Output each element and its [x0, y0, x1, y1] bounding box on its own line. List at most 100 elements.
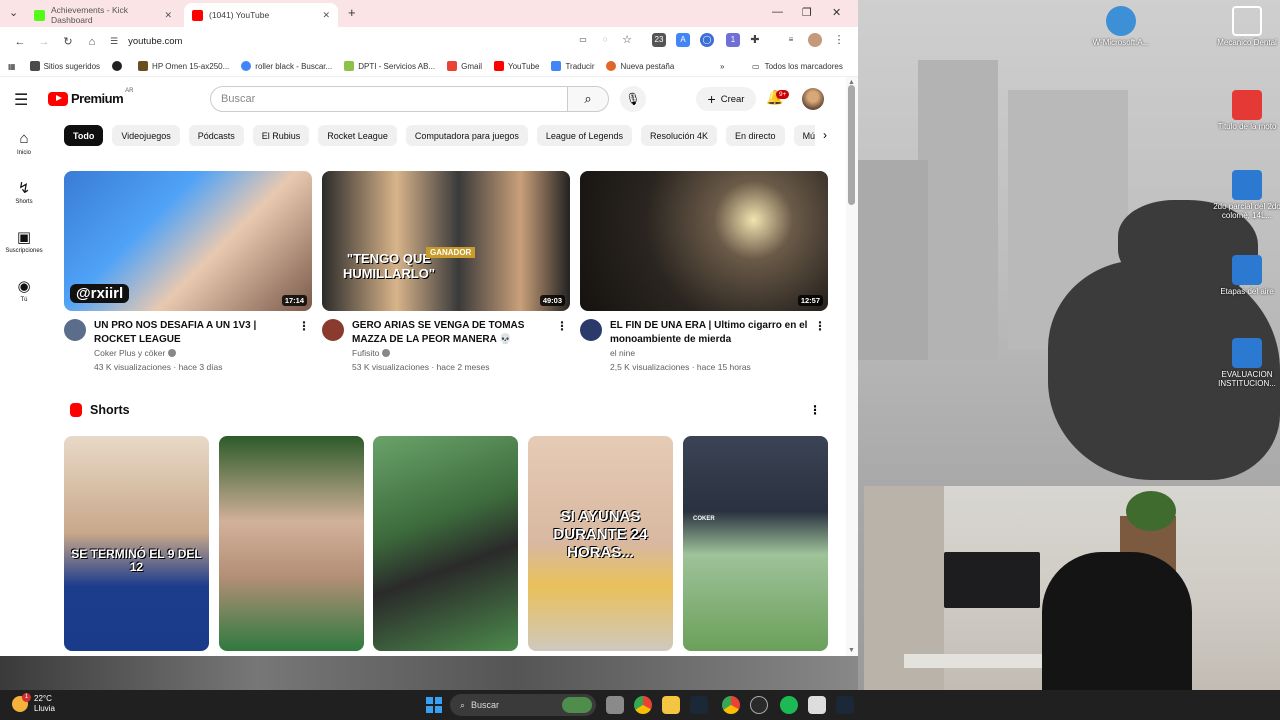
steam-icon[interactable] [690, 696, 708, 714]
chip[interactable]: Rocket League [318, 125, 397, 146]
bookmark-item[interactable]: roller black - Buscar... [241, 61, 332, 71]
new-tab-button[interactable]: + [348, 5, 356, 20]
short-card[interactable]: SE TERMINÓ EL 9 DEL 12 [64, 436, 209, 651]
profile-avatar-icon[interactable] [808, 33, 822, 47]
hamburger-menu-icon[interactable]: ☰ [14, 90, 28, 110]
chrome-active-icon[interactable] [722, 696, 740, 714]
bookmarks-overflow-button[interactable]: » [720, 62, 724, 71]
extension-counter-icon[interactable]: 23 [652, 33, 666, 47]
more-actions-icon[interactable]: ⋮ [556, 319, 568, 333]
youtube-premium-logo[interactable]: Premium AR [48, 88, 133, 106]
eye-off-icon[interactable]: ◌ [598, 33, 612, 47]
video-card[interactable]: "TENGO QUE HUMILLARLO" GANADOR 49:03 GER… [322, 171, 570, 372]
bookmark-star-icon[interactable]: ☆ [620, 33, 634, 47]
bookmark-item[interactable]: DPTI - Servicios AB... [344, 61, 435, 71]
task-view-icon[interactable] [606, 696, 624, 714]
desktop-icon-pdf[interactable]: Titulo de la moto [1212, 90, 1280, 131]
voice-search-button[interactable]: 🎙 [620, 86, 646, 112]
short-card[interactable]: SI AYUNAS DURANTE 24 HORAS... [528, 436, 673, 651]
windows-start-icon[interactable] [426, 697, 442, 713]
translate-extension-icon[interactable]: A [676, 33, 690, 47]
create-button[interactable]: + Crear [696, 87, 756, 111]
steam-icon[interactable] [836, 696, 854, 714]
close-window-icon[interactable]: ✕ [832, 6, 841, 19]
scroll-down-icon[interactable]: ▼ [848, 647, 855, 654]
channel-name[interactable]: Fufisito [352, 348, 552, 358]
channel-avatar[interactable] [580, 319, 602, 341]
tab-search-chevron-icon[interactable]: ⌄ [9, 6, 18, 19]
desktop-icon-doc-1[interactable]: 2do parcial del 2do colomé, 14L... [1212, 170, 1280, 220]
bookmark-item[interactable]: YouTube [494, 61, 539, 71]
video-title[interactable]: EL FIN DE UNA ERA | Ultimo cigarro en el… [610, 319, 810, 347]
chip[interactable]: El Rubius [252, 125, 310, 146]
chip[interactable]: En directo [726, 125, 785, 146]
bookmark-item[interactable]: Traducir [551, 61, 594, 71]
cast-icon[interactable]: ▭ [576, 33, 590, 47]
extensions-puzzle-icon[interactable]: ✚ [748, 33, 762, 47]
guide-item-you[interactable]: ◉ Tú [0, 272, 48, 321]
bookmark-item[interactable]: Nueva pestaña [606, 61, 674, 71]
forward-icon[interactable]: → [32, 36, 56, 48]
chip-todo[interactable]: Todo [64, 125, 104, 146]
channel-name[interactable]: Coker Plus y cöker [94, 348, 294, 358]
chrome-icon[interactable] [634, 696, 652, 714]
extension-icon[interactable]: ◯ [700, 33, 714, 47]
chevron-right-icon[interactable]: › [815, 125, 835, 147]
weather-widget[interactable]: 1 22°C Lluvia [12, 693, 55, 714]
spotify-icon[interactable] [780, 696, 798, 714]
close-tab-icon[interactable]: ✕ [164, 10, 172, 21]
bookmark-item[interactable]: HP Omen 15-ax250... [138, 61, 229, 71]
back-icon[interactable]: ← [8, 36, 32, 48]
more-actions-icon[interactable]: ⋮ [814, 319, 826, 333]
tab-youtube[interactable]: (1041) YouTube ✕ [184, 3, 338, 27]
all-bookmarks-button[interactable]: ▭ Todos los marcadores [752, 62, 843, 71]
scrollbar-thumb[interactable] [848, 85, 855, 205]
tab-kick-dashboard[interactable]: Achievements - Kick Dashboard ✕ [26, 3, 180, 27]
video-thumbnail[interactable]: "TENGO QUE HUMILLARLO" GANADOR 49:03 [322, 171, 570, 311]
video-card[interactable]: 12:57 EL FIN DE UNA ERA | Ultimo cigarro… [580, 171, 828, 372]
bookmark-item[interactable] [112, 61, 126, 71]
file-explorer-icon[interactable] [662, 696, 680, 714]
guide-item-subscriptions[interactable]: ▣ Suscripciones [0, 223, 48, 272]
more-actions-icon[interactable]: ⋮ [809, 403, 821, 417]
desktop-icon-doc-2[interactable]: Etapas del aire [1212, 255, 1280, 296]
guide-item-home[interactable]: ⌂ Inicio [0, 125, 48, 174]
menu-kebab-icon[interactable]: ⋮ [832, 33, 846, 47]
reading-list-icon[interactable]: ≡ [784, 33, 798, 47]
channel-avatar[interactable] [322, 319, 344, 341]
close-tab-icon[interactable]: ✕ [322, 10, 330, 21]
desktop-icon-doc-3[interactable]: EVALUACION INSTITUCION... [1212, 338, 1280, 388]
desktop-icon-mecanico[interactable]: Mecanico Dental [1212, 6, 1280, 47]
extension-icon[interactable]: 1 [726, 33, 740, 47]
maximize-icon[interactable]: ❐ [802, 6, 812, 19]
video-card[interactable]: @rxiirl 17:14 UN PRO NOS DESAFIA A UN 1V… [64, 171, 312, 372]
obs-icon[interactable] [750, 696, 768, 714]
chip[interactable]: Resolución 4K [640, 125, 718, 146]
more-actions-icon[interactable]: ⋮ [298, 319, 310, 333]
search-button[interactable]: ⌕ [567, 86, 609, 112]
bookmark-item[interactable]: Gmail [447, 61, 482, 71]
short-card[interactable] [373, 436, 518, 651]
minimize-icon[interactable]: — [772, 6, 783, 18]
video-title[interactable]: UN PRO NOS DESAFIA A UN 1V3 | ROCKET LEA… [94, 319, 294, 347]
video-thumbnail[interactable]: 12:57 [580, 171, 828, 311]
bookmark-item[interactable]: Sitios sugeridos [29, 61, 100, 71]
chip[interactable]: Videojuegos [112, 125, 180, 146]
search-input[interactable]: Buscar [210, 86, 568, 112]
channel-name[interactable]: el nine [610, 348, 810, 358]
desktop-icon-microsoft[interactable]: W-Microsoft.A... [1086, 6, 1156, 47]
site-info-icon[interactable]: ☰ [110, 36, 118, 47]
taskbar-search[interactable]: ⌕ Buscar [450, 694, 596, 716]
short-card[interactable] [219, 436, 364, 651]
apps-grid-icon[interactable]: ▦ [8, 62, 16, 71]
guide-item-shorts[interactable]: ↯ Shorts [0, 174, 48, 223]
video-title[interactable]: GERO ARIAS SE VENGA DE TOMAS MAZZA DE LA… [352, 319, 552, 347]
short-card[interactable]: COKER [683, 436, 828, 651]
chip[interactable]: Pódcasts [188, 125, 244, 146]
chip[interactable]: League of Legends [536, 125, 632, 146]
channel-avatar[interactable] [64, 319, 86, 341]
reload-icon[interactable]: ↻ [56, 35, 80, 48]
app-icon[interactable] [808, 696, 826, 714]
home-icon[interactable]: ⌂ [80, 36, 104, 48]
account-avatar[interactable] [802, 88, 824, 110]
